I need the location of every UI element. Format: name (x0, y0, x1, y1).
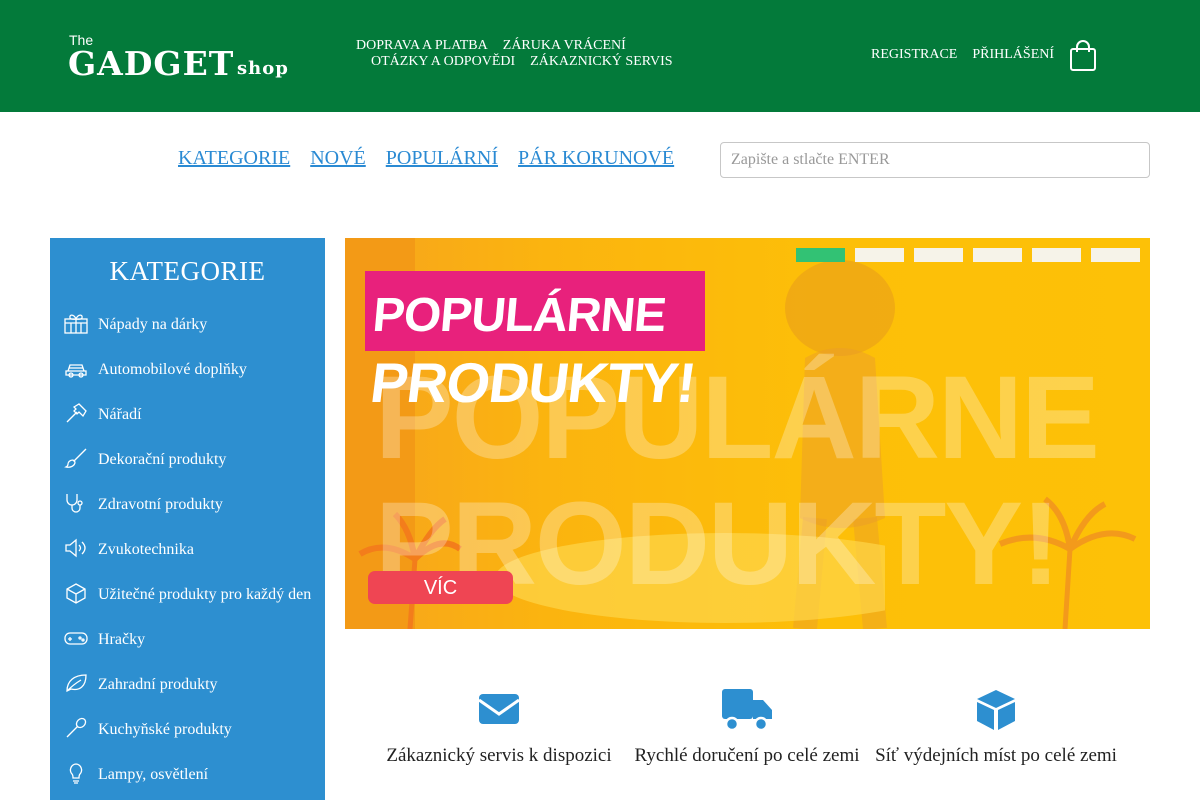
nav-popular[interactable]: POPULÁRNÍ (386, 147, 498, 169)
category-label: Užitečné produkty pro každý den (98, 586, 312, 603)
feature-label: Zákaznický servis k dispozici (386, 745, 612, 766)
shopping-bag-icon[interactable] (1068, 40, 1098, 72)
brush-icon (64, 447, 88, 468)
slider-dot[interactable] (796, 248, 845, 262)
search-input[interactable] (720, 142, 1150, 178)
leaf-icon (64, 672, 88, 693)
register-link[interactable]: REGISTRACE (871, 47, 957, 62)
category-label: Zahradní produkty (98, 676, 218, 693)
category-label: Zdravotní produkty (98, 496, 223, 513)
category-label: Lampy, osvětlení (98, 766, 209, 783)
category-label: Kuchyňské produkty (98, 721, 232, 738)
feature-label: Rychlé doručení po celé zemi (634, 745, 860, 766)
envelope-icon (374, 688, 624, 732)
login-link[interactable]: PŘIHLÁŠENÍ (972, 47, 1054, 62)
category-item[interactable]: Kuchyňské produkty (64, 717, 314, 742)
stethoscope-icon (64, 492, 88, 513)
feature-customer-service: Zákaznický servis k dispozici (374, 688, 624, 768)
link-shipping-payment[interactable]: DOPRAVA A PLATBA (356, 38, 488, 53)
category-item[interactable]: Zdravotní produkty (64, 492, 314, 517)
slider-dot[interactable] (1091, 248, 1140, 262)
logo-shop: shop (237, 58, 289, 79)
category-item[interactable]: Užitečné produkty pro každý den (64, 582, 314, 607)
banner-title-2: PRODUKTY! (367, 351, 699, 414)
banner-title-1: POPULÁRNE (370, 289, 668, 342)
feature-fast-delivery: Rychlé doručení po celé zemi (622, 688, 872, 768)
category-item[interactable]: Dekorační produkty (64, 447, 314, 472)
link-customer-service[interactable]: ZÁKAZNICKÝ SERVIS (530, 54, 672, 69)
site-logo[interactable]: The GADGET shop (68, 32, 298, 84)
top-header: The GADGET shop DOPRAVA A PLATBA ZÁRUKA V… (0, 0, 1200, 112)
bulb-icon (64, 762, 88, 784)
gift-icon (64, 312, 88, 334)
box-icon (64, 582, 88, 604)
spoon-icon (64, 717, 88, 738)
speaker-icon (64, 537, 88, 558)
category-item[interactable]: Zvukotechnika (64, 537, 314, 562)
hammer-icon (64, 402, 88, 423)
cube-icon (871, 688, 1121, 732)
main-nav: KATEGORIE NOVÉ POPULÁRNÍ PÁR KORUNOVÉ (178, 147, 694, 170)
feature-label: Síť výdejních míst po celé zemi (875, 745, 1117, 766)
nav-categories[interactable]: KATEGORIE (178, 147, 290, 169)
slider-dot[interactable] (914, 248, 963, 262)
category-label: Nářadí (98, 406, 142, 423)
category-item[interactable]: Nápady na dárky (64, 312, 314, 337)
category-item[interactable]: Lampy, osvětlení (64, 762, 314, 787)
slider-dot[interactable] (855, 248, 904, 262)
category-item[interactable]: Automobilové doplňky (64, 357, 314, 382)
category-label: Automobilové doplňky (98, 361, 247, 378)
nav-cheap[interactable]: PÁR KORUNOVÉ (518, 147, 674, 169)
truck-icon (622, 688, 872, 732)
link-faq[interactable]: OTÁZKY A ODPOVĚDI (371, 54, 515, 69)
link-return-warranty[interactable]: ZÁRUKA VRÁCENÍ (503, 38, 626, 53)
banner-more-button[interactable]: VÍC (368, 571, 513, 604)
category-list: Nápady na dárky Automobilové doplňky Nář… (64, 312, 314, 800)
logo-gadget: GADGET (68, 44, 235, 83)
hero-banner[interactable]: POPULÁRNE PRODUKTY! POPULÁRNE PRODUKTY! … (345, 238, 1150, 629)
feature-pickup-points: Síť výdejních míst po celé zemi (871, 688, 1121, 768)
category-sidebar: KATEGORIE Nápady na dárky Automobilové d… (50, 238, 325, 800)
category-label: Nápady na dárky (98, 316, 208, 333)
slider-dot[interactable] (1032, 248, 1081, 262)
category-item[interactable]: Zahradní produkty (64, 672, 314, 697)
slider-dot[interactable] (973, 248, 1022, 262)
account-links: REGISTRACE PŘIHLÁŠENÍ (871, 47, 1054, 63)
gamepad-icon (64, 627, 88, 647)
slider-dots (796, 248, 1150, 262)
category-item[interactable]: Hračky (64, 627, 314, 652)
category-label: Hračky (98, 631, 146, 648)
sidebar-title: KATEGORIE (109, 256, 266, 286)
nav-new[interactable]: NOVÉ (310, 147, 366, 169)
category-label: Zvukotechnika (98, 541, 194, 558)
category-item[interactable]: Nářadí (64, 402, 314, 427)
category-label: Dekorační produkty (98, 451, 227, 468)
car-icon (64, 357, 88, 378)
